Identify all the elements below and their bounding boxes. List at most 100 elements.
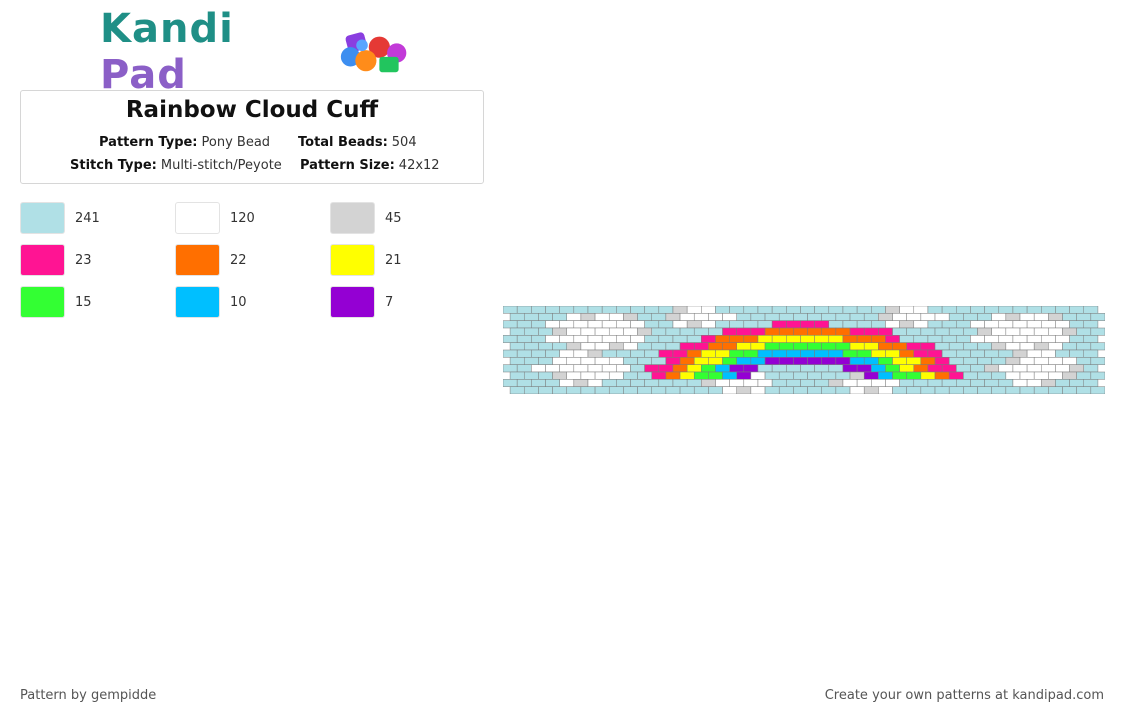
bead — [1055, 349, 1070, 358]
bead — [1076, 327, 1092, 336]
bead — [736, 342, 752, 351]
color-legend-item: 10 — [175, 286, 247, 318]
bead — [892, 342, 907, 351]
bead — [736, 357, 752, 365]
pattern-type: Pattern Type: Pony Bead — [99, 135, 270, 150]
bead — [970, 320, 985, 329]
bead — [644, 306, 660, 314]
bead — [977, 357, 992, 365]
bead — [856, 306, 872, 314]
bead — [665, 327, 681, 336]
bead — [538, 327, 553, 336]
bead — [616, 379, 631, 387]
bead — [849, 371, 865, 380]
bead — [715, 364, 730, 373]
bead — [814, 379, 830, 387]
bead — [1069, 335, 1085, 343]
bead — [601, 306, 617, 314]
bead — [984, 320, 1000, 329]
bead — [580, 342, 596, 351]
bead — [580, 327, 596, 336]
color-legend-item: 22 — [175, 244, 247, 276]
bead — [594, 386, 610, 394]
bead — [991, 371, 1007, 380]
bead — [984, 349, 1000, 358]
color-count: 45 — [385, 210, 402, 226]
bead — [608, 313, 624, 321]
bead — [686, 349, 702, 358]
bead — [559, 364, 575, 373]
bead — [637, 386, 652, 394]
bead — [715, 349, 730, 358]
bead — [771, 379, 787, 387]
bead — [977, 371, 992, 380]
bead — [601, 335, 617, 343]
bead — [1012, 320, 1028, 329]
bead — [580, 386, 596, 394]
bead — [814, 335, 830, 343]
bead — [679, 313, 695, 321]
color-count: 7 — [385, 294, 394, 310]
bead — [1012, 379, 1028, 387]
bead — [899, 306, 915, 314]
bead — [1083, 349, 1099, 358]
bead — [821, 357, 837, 365]
bead — [814, 320, 830, 329]
bead — [1062, 386, 1077, 394]
bead — [566, 313, 582, 321]
bead — [800, 379, 815, 387]
bead — [906, 357, 922, 365]
bead — [998, 349, 1014, 358]
bead — [793, 327, 808, 336]
bead — [920, 327, 936, 336]
bead — [885, 335, 900, 343]
bead — [1090, 386, 1105, 394]
bead — [963, 386, 978, 394]
bead — [708, 313, 723, 321]
bead — [672, 306, 688, 314]
bead — [637, 313, 652, 321]
bead — [948, 342, 964, 351]
bead — [842, 364, 858, 373]
bead — [651, 342, 667, 351]
color-count: 15 — [75, 294, 92, 310]
bead — [503, 364, 518, 373]
bead — [665, 371, 681, 380]
stitch-type: Stitch Type: Multi-stitch/Peyote — [70, 158, 282, 173]
bead — [743, 335, 759, 343]
bead — [701, 306, 716, 314]
bead — [1048, 342, 1063, 351]
bead — [1083, 379, 1099, 387]
bead — [637, 371, 652, 380]
bead — [672, 320, 688, 329]
create-patterns-link[interactable]: Create your own patterns at kandipad.com — [825, 688, 1104, 703]
bead — [871, 320, 886, 329]
bead — [885, 306, 900, 314]
bead — [693, 386, 709, 394]
bead — [984, 364, 1000, 373]
bead — [948, 371, 964, 380]
bead — [828, 306, 844, 314]
bead — [686, 335, 702, 343]
kandipad-logo[interactable]: Kandi Pad — [100, 6, 410, 98]
bead — [963, 342, 978, 351]
bead — [1005, 371, 1021, 380]
bead — [970, 349, 985, 358]
bead — [545, 335, 560, 343]
bead — [623, 327, 638, 336]
bead — [906, 386, 922, 394]
bead — [729, 379, 745, 387]
pattern-type-label: Pattern Type: — [99, 135, 198, 150]
bead — [984, 379, 1000, 387]
bead — [956, 306, 971, 314]
color-legend-item: 120 — [175, 202, 255, 234]
bead — [644, 379, 660, 387]
bead — [934, 313, 950, 321]
bead — [885, 320, 900, 329]
bead — [715, 379, 730, 387]
bead — [1083, 320, 1099, 329]
bead — [814, 364, 830, 373]
bead — [778, 386, 794, 394]
bead — [793, 371, 808, 380]
bead — [608, 342, 624, 351]
